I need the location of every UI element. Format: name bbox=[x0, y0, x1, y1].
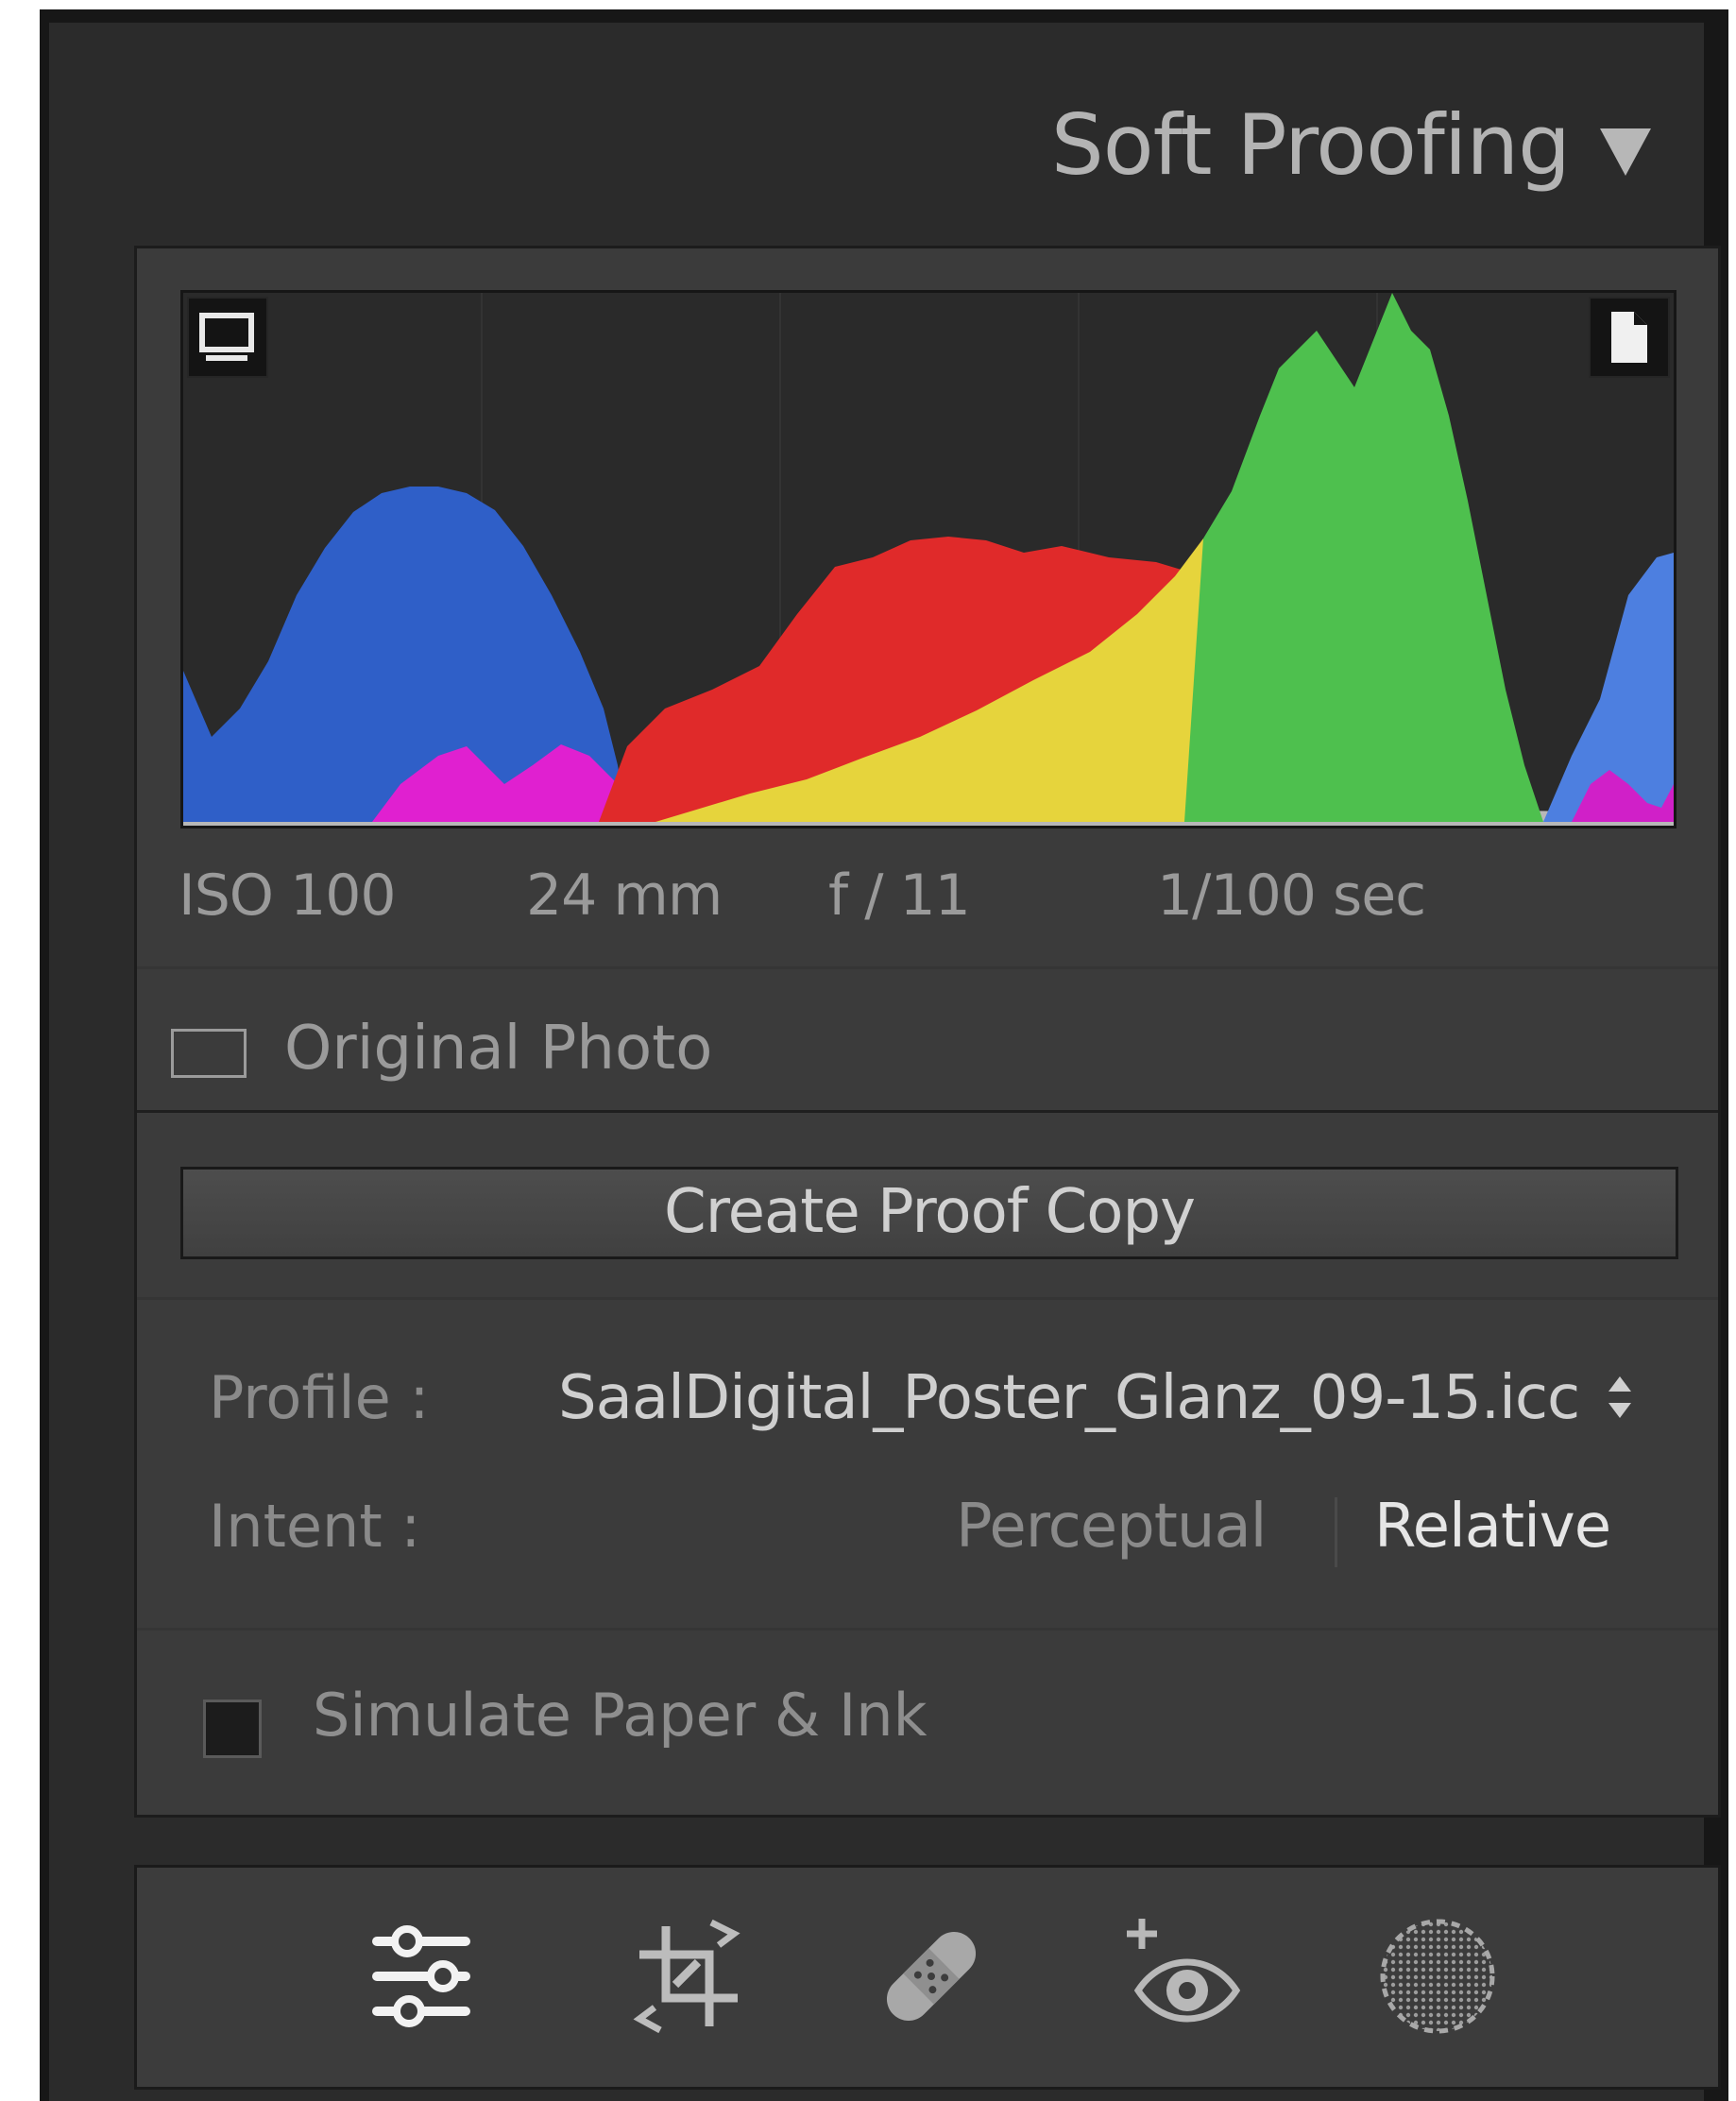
histogram-graph bbox=[183, 293, 1674, 826]
intent-relative-option[interactable]: Relative bbox=[1374, 1492, 1611, 1562]
original-photo-label[interactable]: Original Photo bbox=[284, 1014, 712, 1084]
monitor-icon[interactable] bbox=[187, 297, 268, 378]
histogram-green-channel bbox=[1184, 293, 1543, 822]
create-proof-copy-button[interactable]: Create Proof Copy bbox=[180, 1167, 1678, 1259]
profile-label: Profile : bbox=[209, 1363, 430, 1432]
simulate-paper-ink-label[interactable]: Simulate Paper & Ink bbox=[313, 1681, 928, 1750]
soft-proofing-panel: Soft Proofing ISO 100 24 mm f / 11 1/100… bbox=[49, 23, 1721, 2101]
histogram bbox=[180, 290, 1676, 828]
simulate-paper-ink-checkbox[interactable] bbox=[203, 1700, 262, 1758]
divider bbox=[137, 1628, 1718, 1631]
divider bbox=[137, 1110, 1718, 1113]
profile-select[interactable]: SaalDigital_Poster_Glanz_09-15.icc bbox=[558, 1363, 1580, 1433]
original-photo-checkbox[interactable] bbox=[171, 1029, 247, 1078]
divider bbox=[137, 1297, 1718, 1300]
redeye-icon[interactable] bbox=[1114, 1905, 1255, 2047]
intent-separator bbox=[1335, 1497, 1337, 1567]
exif-focal-length: 24 mm bbox=[526, 863, 723, 929]
exif-shutter: 1/100 sec bbox=[1157, 863, 1426, 929]
document-icon[interactable] bbox=[1589, 297, 1670, 378]
intent-label: Intent : bbox=[209, 1492, 421, 1561]
sliders-icon[interactable] bbox=[350, 1905, 492, 2047]
updown-chevron-icon[interactable] bbox=[1605, 1369, 1635, 1426]
crop-icon[interactable] bbox=[617, 1905, 758, 2047]
bandage-icon[interactable] bbox=[860, 1905, 1002, 2047]
develop-toolbar bbox=[134, 1865, 1721, 2090]
exif-iso: ISO 100 bbox=[179, 863, 397, 929]
intent-perceptual-option[interactable]: Perceptual bbox=[956, 1492, 1267, 1562]
panel-title[interactable]: Soft Proofing bbox=[1051, 96, 1571, 194]
proofing-body: ISO 100 24 mm f / 11 1/100 sec Original … bbox=[134, 246, 1721, 1818]
divider bbox=[137, 966, 1718, 969]
triangle-down-icon[interactable] bbox=[1600, 128, 1651, 176]
exif-aperture: f / 11 bbox=[828, 863, 971, 929]
mask-circle-icon[interactable] bbox=[1367, 1905, 1508, 2047]
